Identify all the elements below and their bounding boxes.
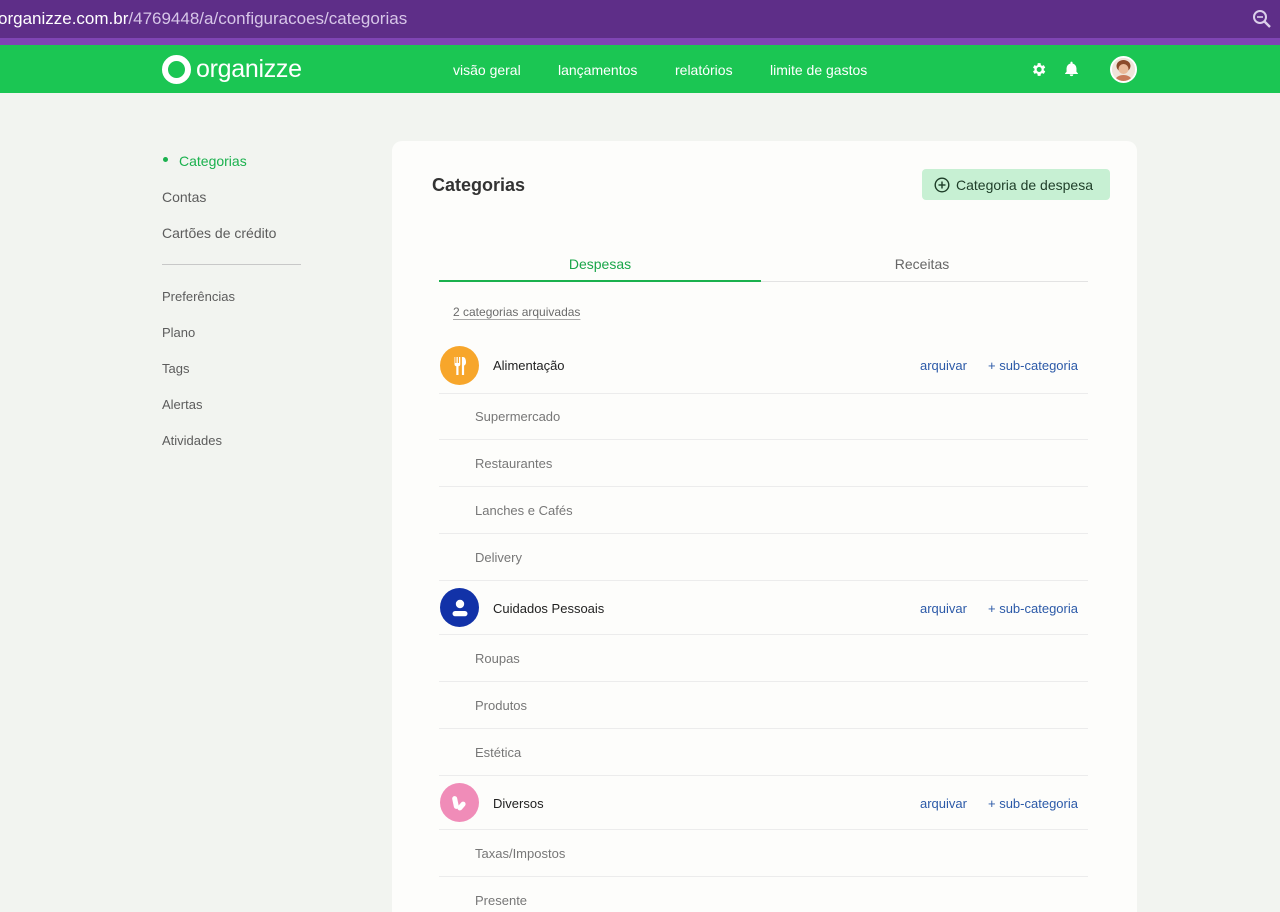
category-name: Cuidados Pessoais [493, 601, 605, 616]
subcategory-row[interactable]: Estética [439, 729, 1088, 776]
active-indicator-dot [163, 157, 168, 162]
plus-circle-icon [934, 176, 950, 193]
active-tab-underline [439, 280, 761, 282]
tab-receitas[interactable]: Receitas [761, 256, 1083, 272]
subcategory-name: Roupas [475, 651, 520, 666]
tab-despesas[interactable]: Despesas [439, 256, 761, 272]
logo-text: organizze [196, 55, 302, 83]
category-name: Alimentação [493, 358, 565, 373]
zoom-icon[interactable] [1252, 9, 1272, 29]
page-title: Categorias [432, 175, 526, 195]
logo-mark-icon [162, 55, 191, 84]
add-button-label: Categoria de despesa [956, 176, 1093, 193]
subcategory-row[interactable]: Roupas [439, 635, 1088, 682]
archive-link[interactable]: arquivar [920, 601, 967, 616]
subcategory-row[interactable]: Produtos [439, 682, 1088, 729]
subcategory-name: Restaurantes [475, 456, 553, 471]
bell-icon[interactable] [1063, 60, 1080, 78]
subcategory-name: Estética [475, 745, 522, 760]
sidebar-item-alertas[interactable]: Alertas [162, 397, 202, 412]
subcategory-row[interactable]: Restaurantes [439, 440, 1088, 487]
sidebar-item-cartoes[interactable]: Cartões de crédito [162, 225, 276, 241]
sidebar-divider [162, 264, 301, 265]
category-name: Diversos [493, 796, 544, 811]
sidebar-item-tags[interactable]: Tags [162, 361, 189, 376]
url-path: /4769448/a/configuracoes/categorias [128, 9, 408, 28]
add-expense-category-button[interactable]: Categoria de despesa [922, 169, 1110, 200]
subcategory-name: Produtos [475, 698, 528, 713]
sidebar-item-preferencias[interactable]: Preferências [162, 289, 235, 304]
archive-link[interactable]: arquivar [920, 796, 967, 811]
category-row-cuidados-pessoais[interactable]: Cuidados Pessoais arquivar + sub-categor… [439, 581, 1088, 635]
archived-categories-link[interactable]: 2 categorias arquivadas [453, 305, 580, 319]
nav-relatorios[interactable]: relatórios [675, 62, 733, 78]
nav-limite-de-gastos[interactable]: limite de gastos [770, 62, 867, 78]
subcategory-row[interactable]: Taxas/Impostos [439, 830, 1088, 877]
sidebar-item-categorias[interactable]: Categorias [179, 153, 247, 169]
categories-card: Categorias Categoria de despesa Despesas… [392, 141, 1137, 912]
archive-link[interactable]: arquivar [920, 358, 967, 373]
add-subcategory-link[interactable]: + sub-categoria [988, 601, 1078, 616]
sidebar-item-contas[interactable]: Contas [162, 189, 206, 205]
sidebar-item-plano[interactable]: Plano [162, 325, 195, 340]
url-text[interactable]: organizze.com.br/4769448/a/configuracoes… [0, 9, 407, 29]
nav-visao-geral[interactable]: visão geral [453, 62, 521, 78]
sidebar-item-atividades[interactable]: Atividades [162, 433, 222, 448]
url-domain: organizze.com.br [0, 9, 129, 28]
category-row-diversos[interactable]: Diversos arquivar + sub-categoria [439, 776, 1088, 830]
fork-knife-icon [440, 346, 479, 385]
avatar[interactable] [1110, 56, 1137, 83]
app-header: organizze visão geral lançamentos relató… [0, 45, 1280, 93]
subcategory-name: Supermercado [475, 409, 561, 424]
subcategory-name: Taxas/Impostos [475, 846, 566, 861]
nav-lancamentos[interactable]: lançamentos [558, 62, 637, 78]
subcategory-row[interactable]: Lanches e Cafés [439, 487, 1088, 534]
add-subcategory-link[interactable]: + sub-categoria [988, 358, 1078, 373]
person-icon [440, 588, 479, 627]
subcategory-row[interactable]: Presente [439, 877, 1088, 912]
url-bar-accent [0, 38, 1280, 45]
add-subcategory-link[interactable]: + sub-categoria [988, 796, 1078, 811]
category-tabs: Despesas Receitas [439, 249, 1088, 282]
pills-icon [440, 783, 479, 822]
organizze-logo[interactable]: organizze [162, 55, 302, 84]
subcategory-row[interactable]: Delivery [439, 534, 1088, 581]
subcategory-name: Lanches e Cafés [475, 503, 573, 518]
category-row-alimentacao[interactable]: Alimentação arquivar + sub-categoria [439, 338, 1088, 394]
browser-url-bar[interactable]: organizze.com.br/4769448/a/configuracoes… [0, 0, 1280, 38]
subcategory-name: Delivery [475, 550, 522, 565]
subcategory-name: Presente [475, 893, 528, 908]
gear-icon[interactable] [1030, 61, 1047, 78]
avatar-face-icon [1112, 58, 1135, 81]
subcategory-row[interactable]: Supermercado [439, 393, 1088, 440]
